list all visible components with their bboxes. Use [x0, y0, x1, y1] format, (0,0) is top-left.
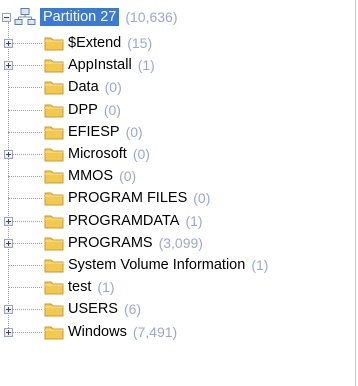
tree-connector [8, 198, 42, 200]
tree-item-label: Microsoft [68, 146, 127, 162]
tree-item[interactable]: PROGRAM FILES (0) [44, 187, 210, 209]
tree-item[interactable]: EFIESP (0) [44, 121, 143, 143]
folder-icon [44, 104, 64, 118]
tree-item-label: Data [68, 79, 99, 96]
tree-item-label: AppInstall [68, 57, 132, 74]
tree-item-label: MMOS [68, 168, 114, 185]
tree-connector [8, 265, 42, 266]
root-label[interactable]: Partition 27 [40, 8, 120, 26]
tree-item-label: test [68, 279, 92, 296]
tree-item-label: DPP [68, 101, 98, 118]
tree-connector [8, 87, 42, 89]
expand-toggle[interactable] [4, 61, 13, 71]
tree-item[interactable]: PROGRAMS (3,099) [44, 232, 203, 254]
tree-item-label: Windows [68, 323, 127, 340]
tree-item[interactable]: USERS (6) [44, 298, 141, 320]
expand-toggle[interactable] [4, 39, 13, 48]
tree-item-count: (0) [119, 168, 137, 185]
folder-icon [44, 126, 64, 140]
folder-icon [44, 215, 64, 229]
folder-icon [44, 37, 64, 51]
tree-connector [8, 131, 42, 133]
tree-item[interactable]: Microsoft (0) [44, 143, 150, 165]
network-drive-icon [14, 8, 36, 25]
tree-item-count: (1) [185, 212, 203, 229]
tree-item-count: (1) [251, 257, 269, 273]
tree-connector [8, 154, 42, 155]
tree-item-label: System Volume Information [68, 257, 246, 273]
tree-connector [8, 176, 42, 178]
tree-connector [8, 43, 42, 44]
tree-item-count: (0) [103, 101, 121, 118]
tree-item-count: (0) [132, 146, 150, 162]
expand-toggle[interactable] [4, 305, 13, 315]
tree-connector [8, 331, 42, 333]
tree-item-label: USERS [68, 301, 118, 318]
collapse-toggle[interactable] [2, 12, 11, 22]
tree-item-count: (3,099) [158, 234, 203, 251]
tree-item-count: (15) [127, 35, 153, 51]
expand-toggle[interactable] [4, 150, 13, 159]
tree-connector [8, 65, 42, 67]
tree-connector [8, 287, 42, 289]
tree-root-partition[interactable]: Partition 27 (10,636) [2, 6, 178, 28]
tree-item-label: PROGRAMS [68, 234, 153, 251]
tree-item-count: (1) [97, 279, 115, 296]
tree-item[interactable]: AppInstall (1) [44, 54, 155, 76]
tree-item[interactable]: MMOS (0) [44, 165, 136, 187]
folder-icon [44, 259, 64, 273]
tree-item-label: EFIESP [68, 123, 120, 140]
tree-connector [8, 109, 42, 111]
tree-item-label: $Extend [68, 35, 122, 51]
root-count: (10,636) [125, 9, 178, 25]
tree-item-count: (7,491) [132, 323, 178, 340]
expand-toggle[interactable] [4, 238, 13, 248]
folder-icon [44, 148, 64, 162]
tree-item-label: PROGRAM FILES [68, 190, 188, 207]
expand-toggle[interactable] [4, 216, 13, 226]
tree-item-count: (0) [193, 190, 211, 207]
tree-item-count: (0) [104, 79, 122, 96]
folder-icon [44, 303, 64, 317]
expand-toggle[interactable] [4, 327, 13, 337]
tree-item[interactable]: Data (0) [44, 76, 122, 98]
tree-connector [8, 242, 42, 244]
folder-icon [44, 192, 64, 206]
folder-icon [44, 281, 64, 295]
folder-icon [44, 237, 64, 251]
tree-item[interactable]: Windows (7,491) [44, 321, 177, 343]
tree-item[interactable]: $Extend (15) [44, 32, 152, 54]
folder-icon [44, 326, 64, 340]
folder-icon [44, 170, 64, 184]
tree-connector [8, 220, 42, 222]
tree-item-count: (6) [123, 301, 142, 318]
tree-connector [8, 309, 42, 311]
tree-item-count: (1) [137, 57, 155, 74]
folder-tree: Partition 27 (10,636) $Extend (15) AppIns… [0, 0, 356, 386]
tree-item[interactable]: System Volume Information (1) [44, 254, 268, 276]
tree-item-count: (0) [125, 123, 143, 140]
tree-item-label: PROGRAMDATA [68, 212, 180, 229]
tree-item[interactable]: test (1) [44, 276, 115, 298]
folder-icon [44, 59, 64, 73]
tree-item[interactable]: PROGRAMDATA (1) [44, 210, 203, 232]
folder-icon [44, 81, 64, 95]
tree-item[interactable]: DPP (0) [44, 99, 121, 121]
